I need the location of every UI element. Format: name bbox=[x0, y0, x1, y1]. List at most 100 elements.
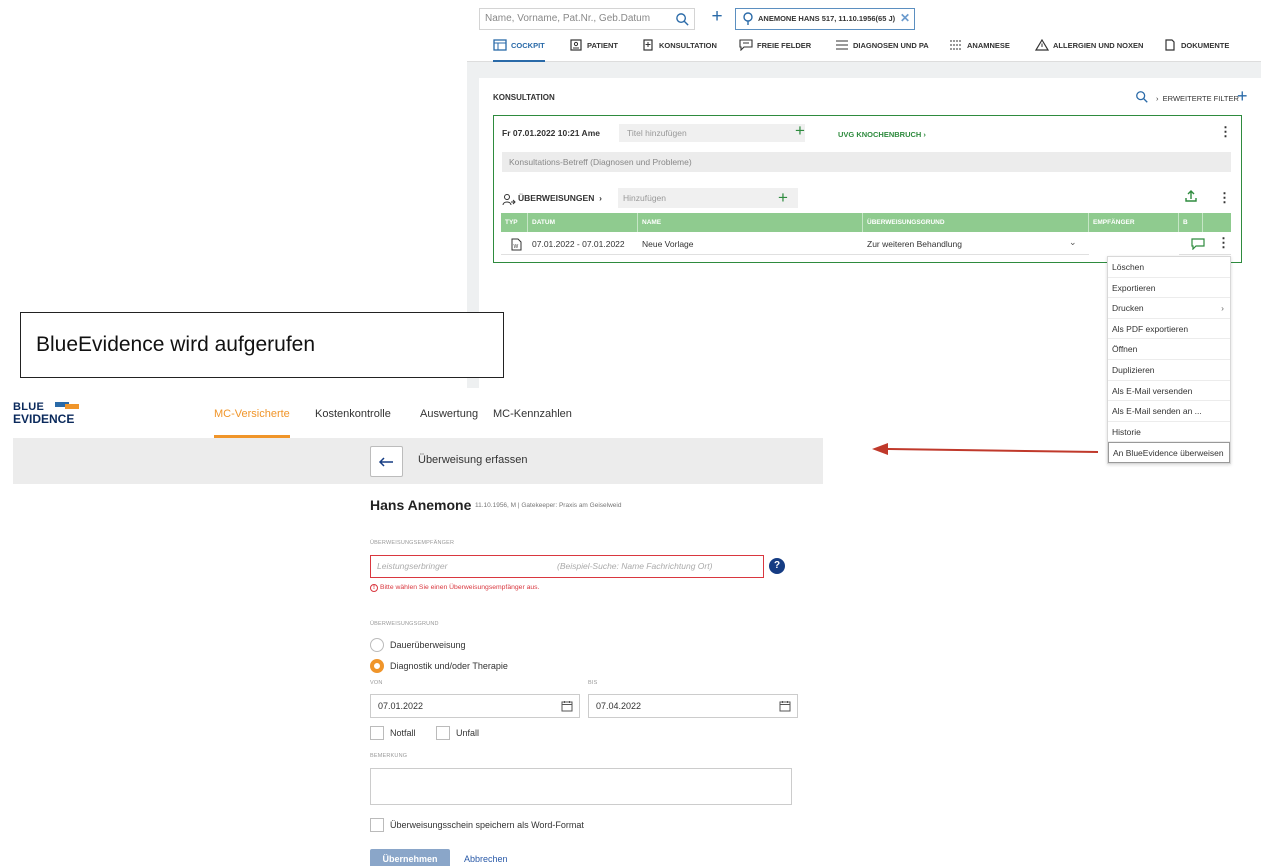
add-referral-icon[interactable]: + bbox=[778, 189, 788, 207]
patient-tab-label: ANEMONE HANS 517, 11.10.1956(65 J) bbox=[758, 14, 896, 23]
add-title-icon[interactable]: + bbox=[795, 122, 805, 140]
top-toolbar: Name, Vorname, Pat.Nr., Geb.Datum + ANEM… bbox=[467, 0, 1261, 62]
unfall-checkbox[interactable] bbox=[436, 726, 450, 740]
table-row[interactable]: W 07.01.2022 - 07.01.2022 Neue Vorlage Z… bbox=[501, 234, 1231, 255]
col-empfaenger[interactable]: EMPFÄNGER bbox=[1089, 213, 1179, 232]
von-label: VON bbox=[370, 680, 383, 686]
radio-diagnostik[interactable] bbox=[370, 659, 384, 673]
main-nav: COCKPIT PATIENT KONSULTATION FREIE FELDE… bbox=[483, 36, 1261, 62]
filter-label: ERWEITERTE FILTER bbox=[1162, 94, 1239, 103]
submit-button[interactable]: Übernehmen bbox=[370, 849, 450, 866]
back-button[interactable] bbox=[370, 446, 403, 477]
title-input[interactable]: Titel hinzufügen bbox=[619, 124, 805, 142]
radio-dauerueberweisung[interactable] bbox=[370, 638, 384, 652]
menu-item-email[interactable]: Als E-Mail versenden bbox=[1108, 381, 1230, 402]
menu-item-oeffnen[interactable]: Öffnen bbox=[1108, 339, 1230, 360]
list-icon bbox=[950, 40, 962, 50]
recipient-label: ÜBERWEISUNGSEMPFÄNGER bbox=[370, 540, 455, 546]
add-consultation-icon[interactable]: + bbox=[1237, 87, 1248, 105]
diagnosis-link[interactable]: UVG KNOCHENBRUCH › bbox=[838, 130, 926, 139]
chevron-down-icon[interactable]: ⌄ bbox=[1069, 237, 1077, 248]
menu-item-email-an[interactable]: Als E-Mail senden an ... bbox=[1108, 401, 1230, 422]
bemerkung-textarea[interactable] bbox=[370, 768, 792, 805]
notfall-label[interactable]: Notfall bbox=[390, 728, 416, 738]
tab-allergien[interactable]: ALLERGIEN UND NOXEN bbox=[1035, 36, 1143, 62]
tab-cockpit[interactable]: COCKPIT bbox=[493, 36, 545, 62]
recipient-error: ! Bitte wählen Sie einen Überweisungsempf… bbox=[370, 584, 539, 592]
menu-item-duplizieren[interactable]: Duplizieren bbox=[1108, 360, 1230, 381]
comment-icon[interactable] bbox=[1191, 238, 1205, 250]
tab-patient[interactable]: PATIENT bbox=[569, 36, 618, 62]
col-name[interactable]: NAME bbox=[638, 213, 863, 232]
referral-more-icon[interactable]: ⋮ bbox=[1218, 190, 1231, 206]
row-grund[interactable]: Zur weiteren Behandlung bbox=[863, 234, 962, 255]
col-grund[interactable]: ÜBERWEISUNGSGRUND bbox=[863, 213, 1089, 232]
more-options-icon[interactable]: ⋮ bbox=[1219, 124, 1232, 140]
page-title: Überweisung erfassen bbox=[418, 454, 528, 466]
context-menu: Löschen Exportieren Drucken › Als PDF exp… bbox=[1107, 256, 1231, 464]
col-b[interactable]: B bbox=[1179, 213, 1203, 232]
row-more-icon[interactable]: ⋮ bbox=[1217, 235, 1230, 251]
von-date-input[interactable]: 07.01.2022 bbox=[370, 694, 580, 718]
tab-allergien-label: ALLERGIEN UND NOXEN bbox=[1053, 41, 1144, 50]
menu-item-blueevidence[interactable]: An BlueEvidence überweisen bbox=[1108, 442, 1230, 463]
calendar-icon[interactable] bbox=[779, 700, 791, 712]
radio-diagnostik-label[interactable]: Diagnostik und/oder Therapie bbox=[390, 661, 508, 671]
tab-mc-kennzahlen[interactable]: MC-Kennzahlen bbox=[493, 408, 572, 438]
row-name: Neue Vorlage bbox=[642, 239, 694, 249]
radio-dauerueberweisung-label[interactable]: Dauerüberweisung bbox=[390, 640, 466, 650]
menu-item-drucken[interactable]: Drucken › bbox=[1108, 298, 1230, 319]
tab-kostenkontrolle[interactable]: Kostenkontrolle bbox=[315, 408, 391, 438]
search-icon[interactable] bbox=[1135, 90, 1149, 104]
document-icon bbox=[1165, 39, 1175, 51]
patient-search-input[interactable]: Name, Vorname, Pat.Nr., Geb.Datum bbox=[479, 8, 695, 30]
recipient-hint: (Beispiel-Suche: Name Fachrichtung Ort) bbox=[557, 561, 713, 571]
extended-filter-link[interactable]: › ERWEITERTE FILTER bbox=[1156, 94, 1239, 103]
patient-name: Hans Anemone bbox=[370, 497, 472, 513]
patient-tab[interactable]: ANEMONE HANS 517, 11.10.1956(65 J) ✕ bbox=[735, 8, 915, 30]
menu-item-exportieren[interactable]: Exportieren bbox=[1108, 278, 1230, 299]
notfall-checkbox[interactable] bbox=[370, 726, 384, 740]
col-typ[interactable]: TYP bbox=[501, 213, 528, 232]
tab-auswertung[interactable]: Auswertung bbox=[420, 408, 478, 438]
close-tab-icon[interactable]: ✕ bbox=[900, 8, 910, 28]
cancel-link[interactable]: Abbrechen bbox=[464, 854, 508, 864]
unfall-label[interactable]: Unfall bbox=[456, 728, 479, 738]
word-format-label[interactable]: Überweisungsschein speichern als Word-Fo… bbox=[390, 820, 584, 830]
recipient-input[interactable]: Leistungserbringer (Beispiel-Suche: Name… bbox=[370, 555, 764, 578]
diagnosis-link-label: UVG KNOCHENBRUCH bbox=[838, 130, 922, 139]
col-datum[interactable]: DATUM bbox=[528, 213, 638, 232]
recipient-placeholder: Leistungserbringer bbox=[377, 561, 448, 571]
logo-mark-icon bbox=[55, 402, 79, 409]
menu-item-drucken-label: Drucken bbox=[1112, 303, 1144, 314]
upload-icon[interactable] bbox=[1184, 189, 1198, 203]
word-format-checkbox[interactable] bbox=[370, 818, 384, 832]
location-pin-icon bbox=[743, 12, 753, 25]
tab-dokumente[interactable]: DOKUMENTE bbox=[1163, 36, 1229, 62]
chevron-right-icon: › bbox=[1221, 303, 1224, 314]
row-empfaenger[interactable] bbox=[1089, 234, 1179, 255]
tab-mc-versicherte[interactable]: MC-Versicherte bbox=[214, 408, 290, 438]
help-icon[interactable]: ? bbox=[769, 558, 785, 574]
betreff-input[interactable]: Konsultations-Betreff (Diagnosen und Pro… bbox=[502, 152, 1231, 172]
patient-card-icon bbox=[570, 39, 582, 51]
add-patient-tab-icon[interactable]: + bbox=[707, 6, 727, 28]
logo-line2: EVIDENCE bbox=[13, 412, 75, 426]
consultation-card: Fr 07.01.2022 10:21 Ame Titel hinzufügen… bbox=[493, 115, 1242, 263]
blueevidence-logo: BLUE EVIDENCE bbox=[13, 401, 79, 427]
bis-date-input[interactable]: 07.04.2022 bbox=[588, 694, 798, 718]
referrals-header[interactable]: ÜBERWEISUNGEN › bbox=[518, 193, 602, 203]
calendar-icon[interactable] bbox=[561, 700, 573, 712]
tab-konsultation[interactable]: KONSULTATION bbox=[641, 36, 717, 62]
menu-item-pdf[interactable]: Als PDF exportieren bbox=[1108, 319, 1230, 340]
tab-diagnosen[interactable]: DIAGNOSEN UND PA bbox=[835, 36, 929, 62]
add-referral-input[interactable]: Hinzufügen bbox=[618, 188, 798, 208]
menu-item-historie[interactable]: Historie bbox=[1108, 422, 1230, 443]
cockpit-icon bbox=[493, 39, 507, 51]
menu-item-loeschen[interactable]: Löschen bbox=[1108, 257, 1230, 278]
search-icon[interactable] bbox=[675, 12, 690, 27]
tab-anamnese-label: ANAMNESE bbox=[967, 41, 1010, 50]
tab-freie-felder[interactable]: FREIE FELDER bbox=[739, 36, 811, 62]
word-document-icon: W bbox=[511, 238, 522, 251]
tab-anamnese[interactable]: ANAMNESE bbox=[949, 36, 1010, 62]
